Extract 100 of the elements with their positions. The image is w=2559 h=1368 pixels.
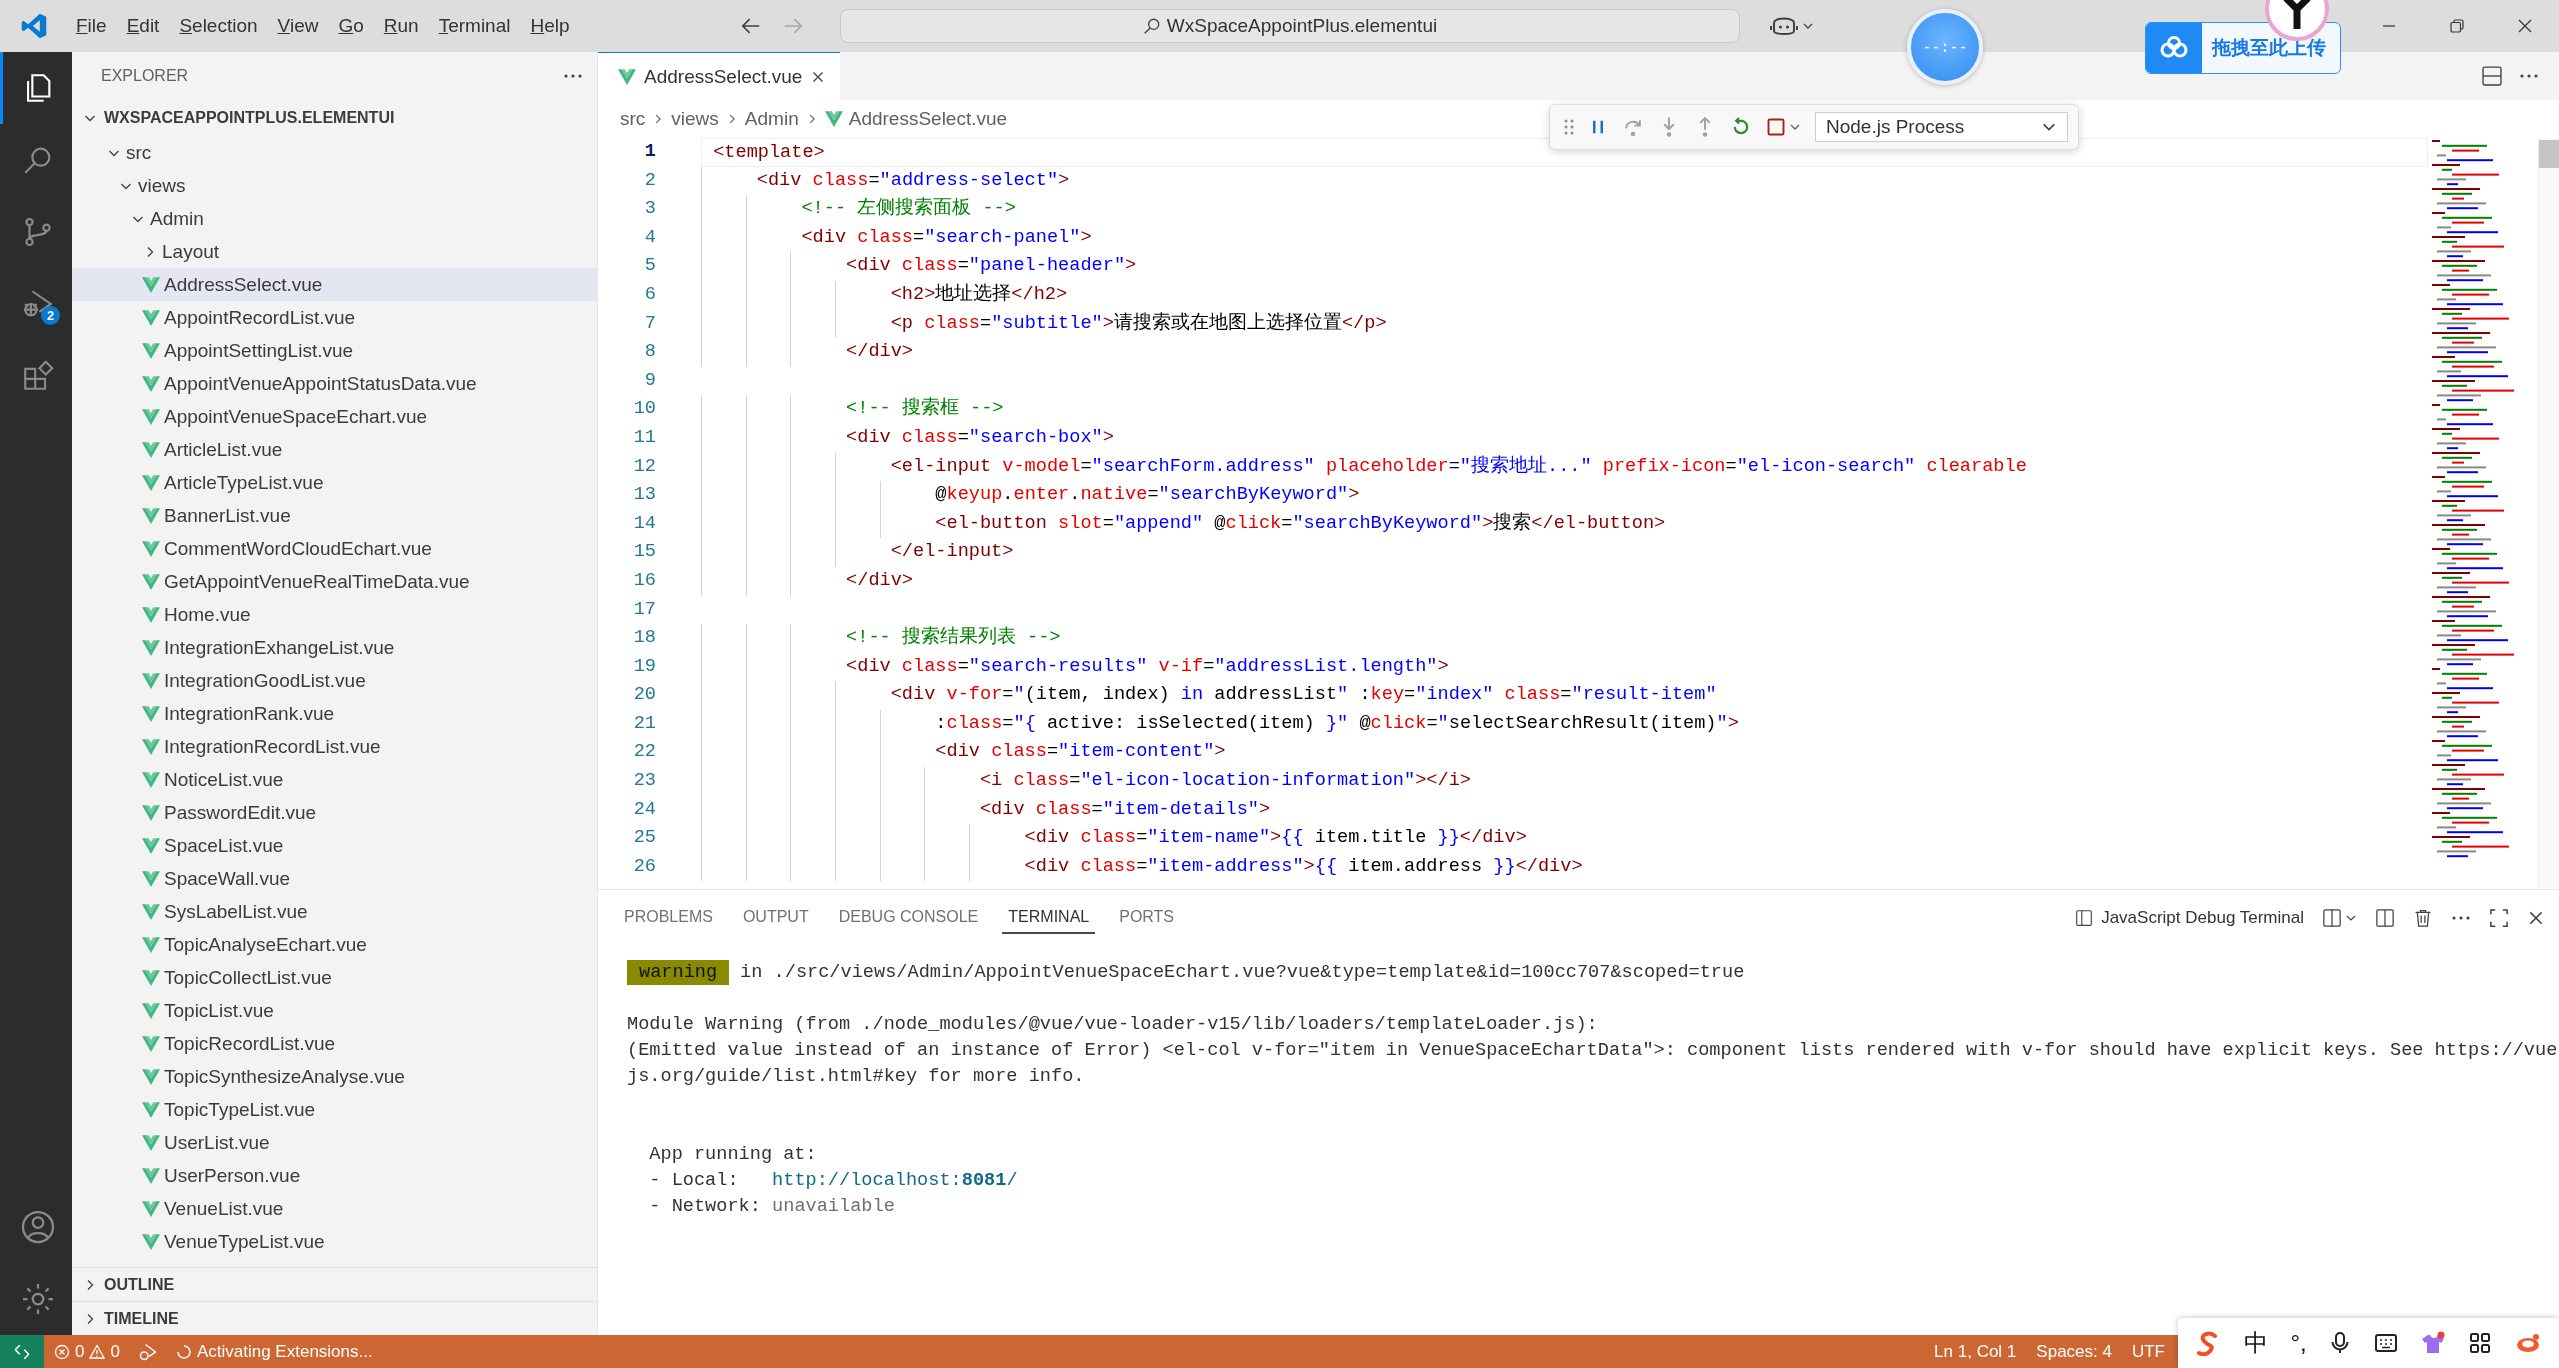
tree-item[interactable]: views	[72, 169, 597, 202]
tree-item[interactable]: AppointVenueSpaceEchart.vue	[72, 400, 597, 433]
scrollbar-thumb[interactable]	[2539, 140, 2559, 168]
section-header[interactable]: WXSPACEAPPOINTPLUS.ELEMENTUI	[72, 100, 597, 136]
process-dropdown[interactable]: Node.js Process	[1815, 112, 2068, 142]
split-terminal-icon[interactable]	[2375, 908, 2395, 928]
terminal-text: - Local:	[648, 1170, 740, 1191]
menu-item[interactable]: File	[66, 11, 117, 41]
line-number: 9	[643, 368, 657, 393]
tree-item[interactable]: TopicSynthesizeAnalyse.vue	[72, 1060, 597, 1093]
editor-tab[interactable]: AddressSelect.vue	[598, 52, 841, 100]
line-number: 26	[632, 854, 657, 879]
status-item[interactable]: Ln 1, Col 1	[1924, 1341, 2027, 1362]
tree-item[interactable]: BannerList.vue	[72, 499, 597, 532]
more-icon[interactable]	[2519, 73, 2539, 79]
ime-language[interactable]: 中	[2243, 1327, 2268, 1359]
breadcrumb-item[interactable]: Admin	[744, 108, 799, 130]
tree-item[interactable]: src	[72, 136, 597, 169]
terminal-text: Module Warning (from ./node_modules/@vue/vue-loader-v15/lib/loaders/templateLoader.js):	[627, 1014, 1598, 1035]
breadcrumb-item[interactable]: views	[671, 108, 719, 130]
split-editor-icon[interactable]	[2481, 65, 2503, 87]
section-header[interactable]: OUTLINE	[72, 1267, 597, 1301]
activity-item[interactable]: 2	[0, 268, 72, 340]
problems-status[interactable]: 0 0	[44, 1341, 130, 1362]
tree-item[interactable]: ArticleList.vue	[72, 433, 597, 466]
tree-item[interactable]: Layout	[72, 235, 597, 268]
menu-item[interactable]: Terminal	[428, 11, 521, 41]
stop-icon[interactable]	[1766, 117, 1786, 137]
panel-tab[interactable]: DEBUG CONSOLE	[832, 902, 985, 934]
menu-item[interactable]: Go	[328, 11, 374, 41]
breadcrumb-item[interactable]: src	[620, 108, 646, 130]
trash-icon[interactable]	[2413, 908, 2433, 928]
terminal-link[interactable]: http://localhost:8081/	[772, 1170, 1018, 1191]
line-number: 19	[632, 654, 657, 679]
tree-item[interactable]: UserPerson.vue	[72, 1159, 597, 1192]
status-item[interactable]: Spaces: 4	[2026, 1341, 2122, 1362]
tree-item[interactable]: AppointSettingList.vue	[72, 334, 597, 367]
tree-item[interactable]: Home.vue	[72, 598, 597, 631]
tree-item[interactable]: AppointVenueAppointStatusData.vue	[72, 367, 597, 400]
keyboard-icon[interactable]	[2373, 1332, 2398, 1354]
tree-item[interactable]: IntegrationExhangeList.vue	[72, 631, 597, 664]
terminal-selector[interactable]: JavaScript Debug Terminal	[2075, 908, 2304, 928]
drag-handle-icon[interactable]	[1564, 118, 1574, 136]
tree-item[interactable]: TopicRecordList.vue	[72, 1027, 597, 1060]
code-line: <h2>地址选择</h2>	[889, 283, 1068, 305]
tree-item[interactable]: VenueList.vue	[72, 1192, 597, 1225]
shirt-icon[interactable]	[2420, 1331, 2447, 1355]
split-terminal-icon[interactable]	[2322, 908, 2342, 928]
code-line: <div class="item-name">{{ item.title }}</div>	[1023, 827, 1527, 849]
panel-tab[interactable]: TERMINAL	[1002, 902, 1096, 934]
tree-item[interactable]: TopicTypeList.vue	[72, 1093, 597, 1126]
tree-item[interactable]: TopicList.vue	[72, 994, 597, 1027]
tree-item[interactable]: SysLabelList.vue	[72, 895, 597, 928]
tree-item[interactable]: VenueTypeList.vue	[72, 1225, 597, 1258]
code-line: <p class="subtitle">请搜索或在地图上选择位置</p>	[889, 312, 1387, 334]
breadcrumb-item[interactable]: AddressSelect.vue	[848, 108, 1008, 130]
tree-item[interactable]: IntegrationRank.vue	[72, 697, 597, 730]
more-icon[interactable]	[563, 73, 583, 79]
more-icon[interactable]	[2451, 915, 2471, 921]
command-center[interactable]: WxSpaceAppointPlus.elementui	[840, 9, 1740, 43]
line-number: 17	[632, 597, 657, 622]
code-line: <div class="item-content">	[934, 741, 1226, 763]
tree-item[interactable]: NoticeList.vue	[72, 763, 597, 796]
menu-item[interactable]: Selection	[169, 11, 268, 41]
menu-item[interactable]: View	[267, 11, 329, 41]
vue-file-icon	[142, 969, 160, 986]
tree-item[interactable]: Admin	[72, 202, 597, 235]
maximize-icon[interactable]	[2489, 908, 2509, 928]
line-number: 2	[643, 168, 657, 193]
tree-item[interactable]: UserList.vue	[72, 1126, 597, 1159]
remote-button[interactable]	[0, 1335, 44, 1368]
ime-punctuation[interactable]: °,	[2290, 1329, 2307, 1357]
tree-item[interactable]: TopicAnalyseEchart.vue	[72, 928, 597, 961]
tree-item[interactable]: AddressSelect.vue	[72, 268, 597, 301]
sidebar-title: EXPLORER	[101, 67, 189, 85]
tree-item[interactable]: AppointRecordList.vue	[72, 301, 597, 334]
menu-item[interactable]: Help	[520, 11, 580, 41]
tree-item[interactable]: GetAppointVenueRealTimeData.vue	[72, 565, 597, 598]
tree-item[interactable]: ArticleTypeList.vue	[72, 466, 597, 499]
menu-item[interactable]: Run	[373, 11, 429, 41]
tree-item[interactable]: CommentWordCloudEchart.vue	[72, 532, 597, 565]
status-item[interactable]: UTF	[2121, 1341, 2175, 1362]
close-icon[interactable]	[2527, 909, 2545, 927]
tree-item[interactable]: PasswordEdit.vue	[72, 796, 597, 829]
grid-icon[interactable]	[2469, 1332, 2491, 1354]
vue-file-icon	[824, 111, 843, 127]
panel-tab[interactable]: PORTS	[1113, 902, 1181, 934]
debug-icon[interactable]	[137, 1341, 158, 1362]
tree-item[interactable]: IntegrationRecordList.vue	[72, 730, 597, 763]
menu-item[interactable]: Edit	[116, 11, 170, 41]
line-number: 10	[632, 397, 657, 422]
restore-icon	[2449, 18, 2465, 34]
tree-item[interactable]: TopicCollectList.vue	[72, 961, 597, 994]
panel-tab[interactable]: PROBLEMS	[618, 902, 719, 934]
remote-icon	[13, 1342, 31, 1361]
tree-item[interactable]: IntegrationGoodList.vue	[72, 664, 597, 697]
vue-file-icon	[142, 771, 160, 788]
panel-tab[interactable]: OUTPUT	[736, 902, 815, 934]
tree-item[interactable]: SpaceWall.vue	[72, 862, 597, 895]
tree-item[interactable]: SpaceList.vue	[72, 829, 597, 862]
